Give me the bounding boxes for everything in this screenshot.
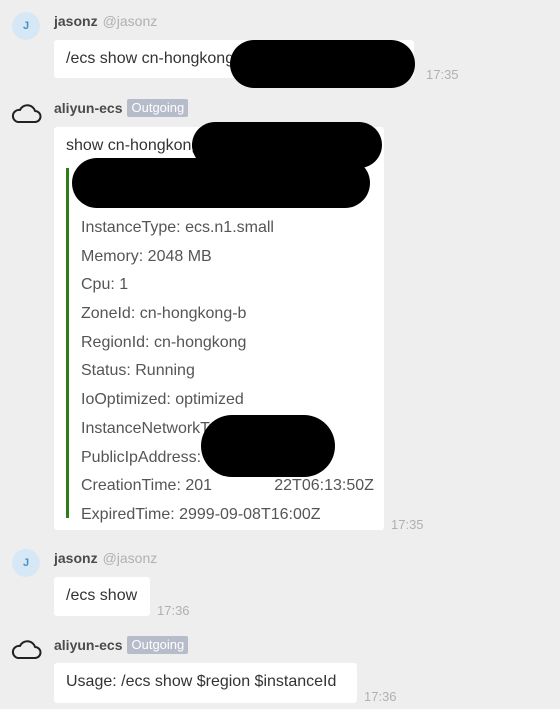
message-timestamp: 17:35 [391, 517, 424, 532]
outgoing-badge: Outgoing [127, 636, 189, 654]
message-text: /ecs show cn-hongkong [66, 50, 235, 67]
message-text: /ecs show [66, 587, 138, 604]
attachment-line: Cpu: 1 [81, 276, 129, 294]
message-text: show cn-hongkong [66, 137, 201, 154]
cloud-icon[interactable] [10, 638, 42, 662]
redaction-mark [230, 40, 415, 88]
attachment-line: RegionId: cn-hongkong [81, 333, 247, 351]
message-bubble: /ecs show [54, 577, 150, 616]
attachment-line: InstanceType: ecs.n1.small [81, 219, 274, 236]
sender-handle: @jasonz [102, 550, 158, 566]
message-text: Usage: /ecs show $region $instanceId [66, 673, 337, 690]
cloud-icon[interactable] [10, 102, 42, 126]
attachment-line: ZoneId: cn-hongkong-b [81, 305, 247, 323]
attachment-line: IoOptimized: optimized [81, 391, 244, 409]
message-timestamp: 17:35 [426, 67, 459, 82]
message-timestamp: 17:36 [364, 689, 397, 704]
outgoing-badge: Outgoing [127, 99, 189, 117]
user-avatar[interactable]: J [12, 12, 40, 40]
sender-name[interactable]: aliyun-ecs [54, 100, 122, 116]
redaction-mark [72, 158, 370, 208]
attachment-line: Memory: 2048 MB [81, 247, 212, 265]
attachment-line: Status: Running [81, 362, 195, 380]
message-bubble: Usage: /ecs show $region $instanceId [54, 663, 357, 703]
message-timestamp: 17:36 [157, 603, 190, 618]
attachment-line: ExpiredTime: 2999-09-08T16:00Z [81, 505, 321, 523]
sender-name[interactable]: aliyun-ecs [54, 637, 122, 653]
user-avatar[interactable]: J [12, 549, 40, 577]
sender-handle: @jasonz [102, 13, 158, 29]
sender-name[interactable]: jasonz [54, 550, 98, 566]
redaction-mark [218, 462, 302, 476]
sender-name[interactable]: jasonz [54, 13, 98, 29]
